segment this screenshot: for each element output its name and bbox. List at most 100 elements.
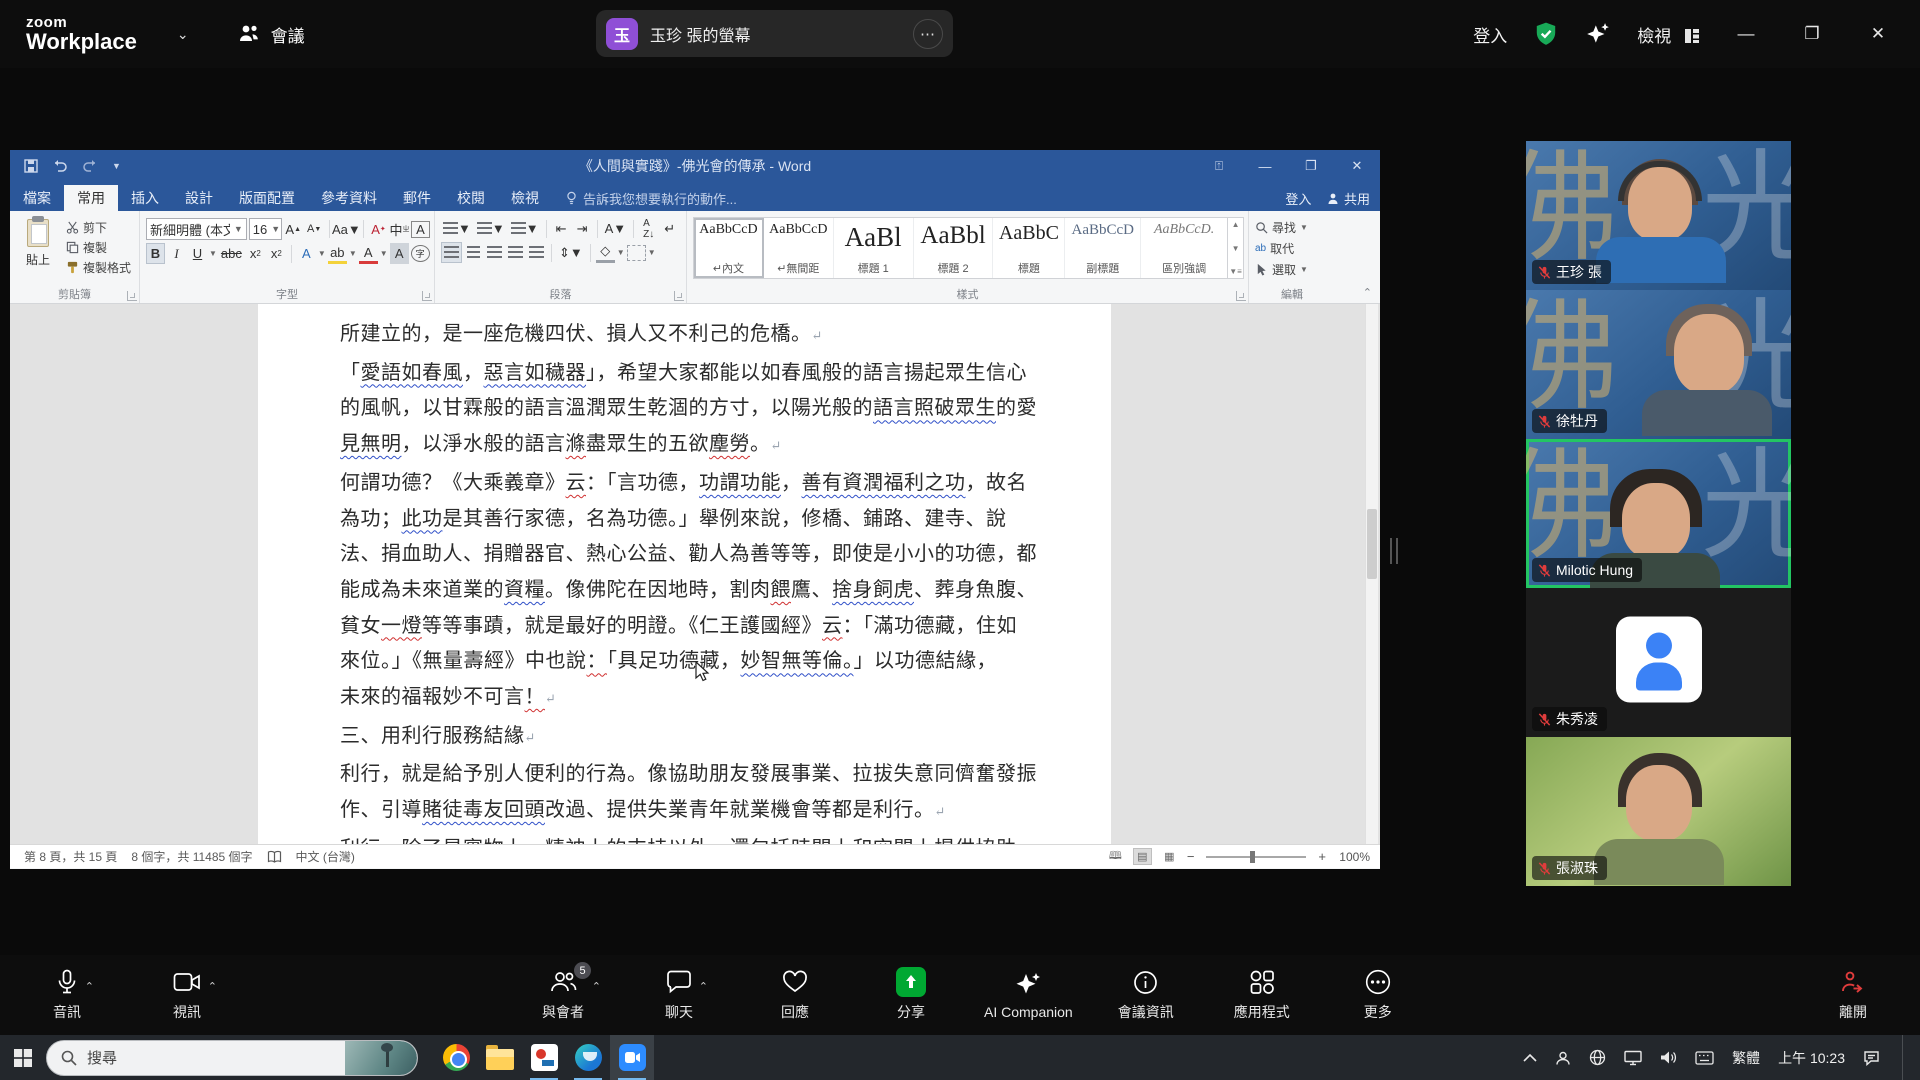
- clipboard-dialog-launcher[interactable]: [127, 291, 137, 301]
- tray-volume-icon[interactable]: [1660, 1050, 1677, 1065]
- meeting-info-button[interactable]: 會議資訊: [1103, 957, 1189, 1033]
- underline-button[interactable]: U: [188, 243, 207, 264]
- scrollbar-thumb[interactable]: [1367, 509, 1377, 579]
- tray-display-icon[interactable]: [1624, 1050, 1642, 1066]
- replace-button[interactable]: ab 取代: [1255, 240, 1331, 257]
- word-count[interactable]: 8 個字，共 11485 個字: [131, 848, 252, 865]
- more-button[interactable]: 更多: [1335, 957, 1421, 1033]
- collapse-ribbon-icon[interactable]: ⌃: [1363, 286, 1372, 299]
- chat-options-chevron[interactable]: ⌃: [699, 980, 708, 993]
- word-minimize-button[interactable]: —: [1242, 150, 1288, 182]
- ai-sparkle-icon[interactable]: [1585, 21, 1611, 47]
- style-normal[interactable]: AaBbCcD ↵內文: [694, 218, 764, 278]
- more-options-icon[interactable]: ⋯: [913, 19, 943, 49]
- line-spacing-button[interactable]: ⇕▼: [557, 242, 585, 263]
- tray-touch-keyboard-icon[interactable]: [1695, 1051, 1714, 1065]
- tab-layout[interactable]: 版面配置: [226, 185, 308, 211]
- tab-insert[interactable]: 插入: [118, 185, 172, 211]
- font-name-combobox[interactable]: 新細明體 (本文 ▼: [146, 218, 247, 240]
- zoom-in-button[interactable]: +: [1318, 849, 1326, 864]
- meeting-tab[interactable]: 會議: [237, 22, 305, 47]
- taskbar-app-media[interactable]: [522, 1035, 566, 1080]
- tab-view[interactable]: 檢視: [498, 185, 552, 211]
- paste-button[interactable]: 貼上: [16, 215, 60, 281]
- show-desktop-strip[interactable]: [1902, 1035, 1906, 1080]
- ime-language-indicator[interactable]: 繁體: [1732, 1048, 1760, 1068]
- chat-button[interactable]: ⌃ 聊天: [636, 957, 722, 1033]
- web-layout-icon[interactable]: ▦: [1160, 848, 1179, 865]
- ai-companion-button[interactable]: AI Companion: [984, 957, 1073, 1033]
- tab-mailings[interactable]: 郵件: [390, 185, 444, 211]
- distribute-button[interactable]: [527, 242, 546, 263]
- borders-button[interactable]: [627, 245, 646, 261]
- chevron-down-icon[interactable]: ⌄: [177, 26, 189, 43]
- window-minimize-button[interactable]: —: [1726, 24, 1766, 44]
- word-restore-button[interactable]: ❐: [1288, 150, 1334, 182]
- character-border-button[interactable]: A: [411, 221, 430, 238]
- gallery-down-icon[interactable]: ▼: [1232, 244, 1240, 253]
- multilevel-list-button[interactable]: ▼: [509, 218, 541, 239]
- gallery-more-icon[interactable]: ▼≡: [1229, 267, 1242, 276]
- style-heading2[interactable]: AaBbl 標題 2: [914, 218, 994, 278]
- italic-button[interactable]: I: [167, 243, 186, 264]
- zoom-slider[interactable]: [1206, 856, 1306, 858]
- shared-screen-pill[interactable]: 玉 玉珍 張的螢幕 ⋯: [596, 10, 953, 57]
- save-icon[interactable]: [24, 159, 38, 173]
- participant-tile[interactable]: 張淑珠: [1526, 737, 1791, 886]
- taskbar-app-zoom[interactable]: [610, 1035, 654, 1080]
- numbered-list-button[interactable]: ▼: [475, 218, 507, 239]
- participant-tile[interactable]: 佛 光 王珍 張: [1526, 141, 1791, 290]
- window-restore-button[interactable]: ❐: [1792, 24, 1832, 44]
- font-size-combobox[interactable]: 16 ▼: [249, 218, 282, 240]
- strikethrough-button[interactable]: abc: [219, 243, 244, 264]
- justify-button[interactable]: [506, 242, 525, 263]
- participants-options-chevron[interactable]: ⌃: [592, 980, 601, 993]
- signin-button[interactable]: 登入: [1473, 22, 1507, 47]
- style-no-spacing[interactable]: AaBbCcD ↵無間距: [764, 218, 834, 278]
- sidebar-resize-handle[interactable]: [1390, 538, 1398, 564]
- participants-button[interactable]: 5 ⌃ 與會者: [520, 957, 606, 1033]
- copy-button[interactable]: 複製: [66, 239, 135, 256]
- view-button[interactable]: 檢視: [1637, 22, 1700, 47]
- video-options-chevron[interactable]: ⌃: [208, 980, 217, 993]
- vertical-scrollbar[interactable]: [1365, 304, 1378, 844]
- participant-tile[interactable]: 佛 光 徐牡丹: [1526, 290, 1791, 439]
- zoom-out-button[interactable]: −: [1187, 849, 1195, 864]
- format-painter-button[interactable]: 複製格式: [66, 259, 135, 276]
- styles-dialog-launcher[interactable]: [1236, 291, 1246, 301]
- align-center-button[interactable]: [464, 242, 483, 263]
- taskbar-app-file-explorer[interactable]: [478, 1035, 522, 1080]
- show-marks-button[interactable]: ↵: [660, 218, 679, 239]
- tray-network-icon[interactable]: [1589, 1049, 1606, 1066]
- audio-button[interactable]: ⌃ 音訊: [24, 957, 110, 1033]
- leave-button[interactable]: 離開: [1810, 957, 1896, 1033]
- proofing-icon[interactable]: [267, 850, 282, 864]
- styles-gallery-scroll[interactable]: ▲ ▼ ▼≡: [1227, 218, 1243, 278]
- character-shading-button[interactable]: A: [390, 243, 409, 264]
- font-color-button[interactable]: A: [359, 243, 378, 264]
- grow-font-button[interactable]: A▲: [284, 219, 303, 240]
- increase-indent-button[interactable]: ⇥: [573, 218, 592, 239]
- word-signin-link[interactable]: 登入: [1285, 189, 1311, 208]
- tray-contact-icon[interactable]: [1555, 1050, 1571, 1066]
- audio-options-chevron[interactable]: ⌃: [85, 980, 94, 993]
- undo-icon[interactable]: [52, 159, 68, 173]
- style-heading1[interactable]: AaBl 標題 1: [834, 218, 914, 278]
- security-shield-icon[interactable]: [1533, 21, 1559, 47]
- window-close-button[interactable]: ✕: [1858, 24, 1898, 44]
- page-indicator[interactable]: 第 8 頁，共 15 頁: [24, 848, 117, 865]
- zoom-level[interactable]: 100%: [1334, 850, 1370, 864]
- start-button[interactable]: [0, 1035, 46, 1080]
- clear-formatting-icon[interactable]: A✦: [369, 219, 388, 240]
- style-subtitle[interactable]: AaBbCcD 副標題: [1065, 218, 1141, 278]
- style-title[interactable]: AaBbC 標題: [993, 218, 1065, 278]
- paragraph-dialog-launcher[interactable]: [674, 291, 684, 301]
- superscript-button[interactable]: x2: [267, 243, 286, 264]
- highlight-color-button[interactable]: ab: [328, 243, 347, 264]
- tab-review[interactable]: 校閱: [444, 185, 498, 211]
- find-button[interactable]: 尋找 ▼: [1255, 219, 1331, 236]
- gallery-up-icon[interactable]: ▲: [1232, 220, 1240, 229]
- read-mode-icon[interactable]: 🕮: [1106, 848, 1125, 865]
- tab-file[interactable]: 檔案: [10, 185, 64, 211]
- shading-button[interactable]: ◇: [596, 242, 615, 263]
